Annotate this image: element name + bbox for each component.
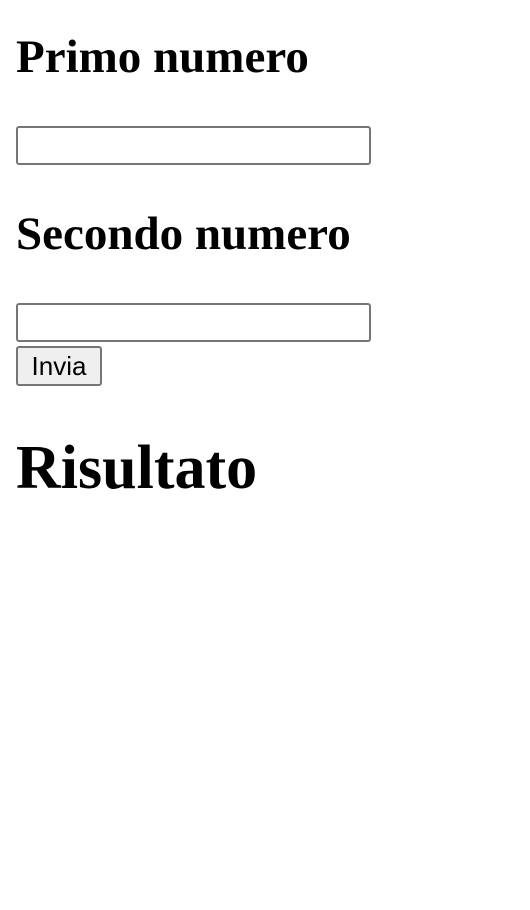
submit-button[interactable]: Invia: [16, 346, 102, 386]
second-number-heading: Secondo numero: [16, 208, 351, 260]
second-number-input[interactable]: [16, 303, 371, 342]
first-number-heading: Primo numero: [16, 31, 309, 83]
first-number-input[interactable]: [16, 126, 371, 165]
result-heading: Risultato: [16, 434, 258, 502]
